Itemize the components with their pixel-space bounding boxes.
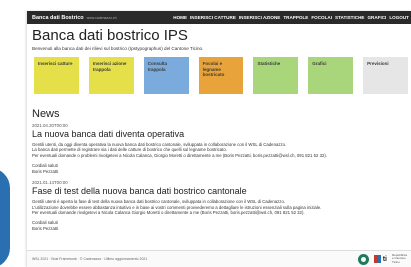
nav-inserisci-azione[interactable]: INSERISCI AZIONE (239, 15, 280, 20)
news-signature: Boris Pezzatti (32, 226, 59, 232)
ticino-logo[interactable]: ti (373, 255, 387, 263)
tile-inserisci-catture[interactable]: Inserisci catture (34, 57, 79, 94)
action-tiles: Inserisci catture Inserisci azione trapp… (34, 57, 409, 94)
nav-focolai[interactable]: FOCOLAI (311, 15, 332, 20)
ticino-flag-icon (373, 255, 381, 263)
browser-page: Banca dati Bostrico www.cadenazzo.ch HOM… (27, 11, 411, 267)
main-nav: HOME INSERISCI CATTURE INSERISCI AZIONE … (173, 15, 411, 20)
tile-previsioni[interactable]: Previsioni (363, 57, 409, 94)
news-signature: Boris Pezzatti (32, 169, 59, 175)
news-line: Per eventuali domande rivolgetevi a Nico… (32, 210, 305, 216)
tile-inserisci-azione-trappola[interactable]: Inserisci azione trappola (88, 57, 134, 94)
page-title: Banca dati bostrico IPS (32, 27, 188, 44)
brand-subtitle: www.cadenazzo.ch (86, 15, 117, 20)
nav-logout[interactable]: LOGOUT (389, 15, 409, 20)
tile-grafici[interactable]: Grafici (308, 57, 354, 94)
wsl-logo-icon[interactable] (357, 253, 369, 265)
nav-inserisci-catture[interactable]: INSERISCI CATTURE (190, 15, 236, 20)
page-footer: WSL 2021 · Bost Framework · © Cadenazzo … (27, 250, 411, 267)
brand-link[interactable]: Banca dati Bostrico (32, 15, 84, 21)
news-heading: News (32, 108, 60, 120)
nav-statistiche[interactable]: STATISTICHE (335, 15, 364, 20)
page-subtitle: Benvenuti alla banca dati dei rilievi su… (32, 46, 204, 51)
nav-grafici[interactable]: GRAFICI (367, 15, 386, 20)
footer-logos: ti Repubblica e Cantone Ticino (357, 252, 408, 265)
decorative-shape (0, 168, 10, 267)
news-item: 2021.01.14T00:00 Fase di test della nuov… (32, 180, 408, 232)
news-signoff: Cordiali saluti Boris Pezzatti (32, 163, 408, 175)
news-date: 2021.04.20T00:00 (32, 123, 68, 128)
nav-home[interactable]: HOME (173, 15, 187, 20)
news-title: La nuova banca dati diventa operativa (32, 128, 185, 139)
news-title: Fase di test della nuova banca dati bost… (32, 185, 247, 196)
news-body: Gentili utenti, da oggi diventa operativ… (32, 142, 408, 160)
news-date: 2021.01.14T00:00 (32, 180, 68, 186)
nav-trappole[interactable]: TRAPPOLE (283, 15, 308, 20)
left-decoration (0, 150, 12, 267)
ticino-logo-text: ti (382, 255, 387, 263)
news-item: 2021.04.20T00:00 La nuova banca dati div… (32, 123, 408, 175)
ticino-logo-caption: Repubblica e Cantone Ticino (392, 252, 408, 264)
tile-focolai[interactable]: Focolai e legname bostricato (198, 57, 244, 94)
tile-statistiche[interactable]: Statistiche (253, 57, 299, 94)
news-signoff: Cordiali saluti Boris Pezzatti (32, 220, 408, 232)
footer-text: WSL 2021 · Bost Framework · © Cadenazzo … (32, 257, 148, 261)
news-body: Gentili utenti è aperta la fase di test … (32, 199, 408, 217)
top-navbar: Banca dati Bostrico www.cadenazzo.ch HOM… (27, 11, 411, 24)
tile-consulta-trappola[interactable]: Consulta trappola (143, 57, 189, 94)
main-content: Banca dati bostrico IPS Benvenuti alla b… (32, 24, 409, 232)
news-line: Per eventuali domande o problemi rivolge… (32, 153, 328, 159)
